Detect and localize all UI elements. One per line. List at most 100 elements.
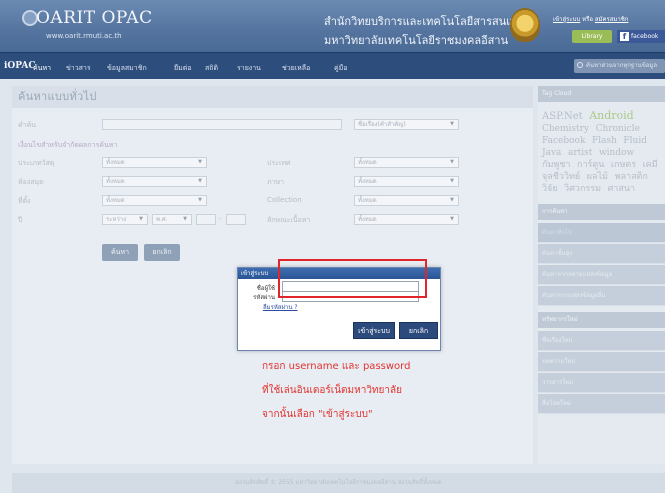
chevron-down-icon: ▼	[450, 159, 454, 165]
facebook-button[interactable]: f facebook	[617, 30, 665, 43]
forgot-password-link[interactable]: ลืมรหัสผ่าน ?	[263, 302, 298, 312]
chevron-down-icon: ▼	[198, 159, 202, 165]
collection-value: ทั้งหมด	[358, 197, 377, 204]
tagcloud-title: Tag Cloud	[538, 86, 665, 102]
tag[interactable]: การ์ตูน	[577, 159, 604, 171]
nav-item-report[interactable]: รายงาน	[237, 63, 261, 74]
sidebar: Tag Cloud ASP.Net Android Chemistry Chro…	[538, 86, 665, 464]
language-label: ภาษา	[267, 178, 285, 186]
search-panel-title: ค้นหาแบบทั่วไป	[12, 86, 533, 108]
year-era-select[interactable]: พ.ศ. ▼	[152, 214, 192, 225]
year-range-value: ระหว่าง	[106, 216, 127, 223]
country-select[interactable]: ทั้งหมด ▼	[354, 157, 459, 168]
tag[interactable]: เคมี	[643, 159, 658, 171]
sidebar-item-general-search[interactable]: ค้นหาทั่วไป	[538, 223, 665, 243]
footer: สงวนลิขสิทธิ์ © 2555 มหาวิทยาลัยเทคโนโลย…	[12, 473, 665, 493]
tag[interactable]: ศาสนา	[608, 183, 635, 195]
location-label: ที่ตั้ง	[18, 197, 31, 205]
quick-search-placeholder: ค้นหาด่วนจากทุกฐานข้อมูล	[586, 62, 658, 69]
media-label: ลักษณะเนื้อหา	[267, 216, 311, 224]
keyword-input[interactable]	[102, 119, 342, 130]
library-value: ทั้งหมด	[106, 178, 125, 185]
sidebar-item-new-titles[interactable]: ชื่อเรื่องใหม่	[538, 331, 665, 351]
nav-item-manual[interactable]: คู่มือ	[334, 63, 348, 74]
site-url: www.oarit.rmuti.ac.th	[46, 32, 122, 40]
tag[interactable]: กัมพูชา	[542, 159, 570, 171]
tag[interactable]: จุลชีววิทย์	[542, 171, 580, 183]
sidebar-item-multi-source[interactable]: ค้นหาจากหลายแหล่งข้อมูล	[538, 265, 665, 285]
nav-item-stats[interactable]: สถิติ	[205, 63, 218, 74]
library-select[interactable]: ทั้งหมด ▼	[102, 176, 207, 187]
collection-select[interactable]: ทั้งหมด ▼	[354, 195, 459, 206]
location-value: ทั้งหมด	[106, 197, 125, 204]
sidebar-item-new-articles[interactable]: บทความใหม่	[538, 352, 665, 372]
sidebar-item-other-source[interactable]: ค้นหาจากแหล่งข้อมูลอื่น	[538, 286, 665, 306]
material-select[interactable]: ทั้งหมด ▼	[102, 157, 207, 168]
instruction-line-3: จากนั้นเลือก "เข้าสู่ระบบ"	[262, 409, 373, 420]
tag[interactable]: เกษตร	[611, 159, 636, 171]
tag[interactable]: Android	[589, 110, 634, 122]
language-select[interactable]: ทั้งหมด ▼	[354, 176, 459, 187]
institution-line-1: สำนักวิทยบริการและเทคโนโลยีสารสนเทศ	[324, 15, 525, 28]
tag[interactable]: ASP.Net	[542, 111, 583, 123]
material-label: ประเภทวัสดุ	[18, 159, 55, 167]
location-select[interactable]: ทั้งหมด ▼	[102, 195, 207, 206]
tag[interactable]: Flash	[592, 135, 617, 147]
tag[interactable]: Facebook	[542, 135, 585, 147]
sidebar-item-advanced-search[interactable]: ค้นหาขั้นสูง	[538, 244, 665, 264]
header: OARIT OPAC www.oarit.rmuti.ac.th สำนักวิ…	[0, 0, 665, 52]
university-seal-icon	[510, 8, 540, 42]
top-register-link[interactable]: สมัครสมาชิก	[595, 16, 629, 23]
cancel-button[interactable]: ยกเลิก	[399, 322, 438, 339]
material-value: ทั้งหมด	[106, 159, 125, 166]
year-range-select[interactable]: ระหว่าง ▼	[102, 214, 148, 225]
page: OARIT OPAC www.oarit.rmuti.ac.th สำนักวิ…	[0, 0, 665, 493]
nav-item-member[interactable]: ข้อมูลสมาชิก	[107, 63, 147, 74]
top-login-link[interactable]: เข้าสู่ระบบ	[553, 16, 580, 23]
search-icon	[577, 62, 583, 68]
tag[interactable]: ผลไม้	[587, 171, 608, 183]
chevron-down-icon: ▼	[183, 216, 187, 222]
tag[interactable]: พลาสติก	[615, 171, 648, 183]
year-to-input[interactable]	[226, 214, 246, 225]
tag[interactable]: artist	[568, 147, 592, 159]
nav-item-renew[interactable]: ยืมต่อ	[174, 63, 191, 74]
options-link[interactable]: เงื่อนไขสำหรับจำกัดผลการค้นหา	[18, 140, 117, 151]
tag[interactable]: Fluid	[623, 135, 647, 147]
site-logo[interactable]: OARIT OPAC	[36, 8, 153, 28]
media-value: ทั้งหมด	[358, 216, 377, 223]
sidebar-item-new-media[interactable]: สื่อโสตใหม่	[538, 394, 665, 414]
nav-item-news[interactable]: ข่าวสาร	[66, 63, 91, 74]
media-select[interactable]: ทั้งหมด ▼	[354, 214, 459, 225]
instruction-line-1: กรอก username และ password	[262, 361, 411, 372]
year-dash: -	[219, 215, 222, 223]
new-resources-title: ทรัพยากรใหม่	[538, 312, 665, 328]
chevron-down-icon: ▼	[450, 197, 454, 203]
search-button[interactable]: ค้นหา	[102, 244, 138, 261]
sidebar-item-new-journals[interactable]: วารสารใหม่	[538, 373, 665, 393]
tag[interactable]: วิจัย	[542, 183, 558, 195]
nav-item-help[interactable]: ช่วยเหลือ	[282, 63, 310, 74]
tag[interactable]: window	[599, 147, 634, 159]
chevron-down-icon: ▼	[450, 178, 454, 184]
tag[interactable]: Chronicle	[596, 123, 640, 135]
highlight-box	[278, 259, 427, 298]
nav-item-search[interactable]: ค้นหา	[33, 63, 51, 74]
keyword-type-select[interactable]: ชื่อเรื่อง(คำสำคัญ) ▼	[354, 119, 459, 130]
year-from-input[interactable]	[196, 214, 216, 225]
collection-label: Collection	[267, 196, 302, 204]
reset-button[interactable]: ยกเลิก	[144, 244, 180, 261]
chevron-down-icon: ▼	[450, 216, 454, 222]
tag[interactable]: Chemistry	[542, 123, 589, 135]
chevron-down-icon: ▼	[139, 216, 143, 222]
instruction-text: กรอก username และ password ที่ใช้เล่นอิน…	[262, 355, 410, 427]
institution-name: สำนักวิทยบริการและเทคโนโลยีสารสนเทศ มหาว…	[324, 12, 524, 50]
tag[interactable]: วิศวกรรม	[564, 183, 601, 195]
nav-brand[interactable]: iOPAC	[4, 61, 36, 71]
quick-search-input[interactable]: ค้นหาด่วนจากทุกฐานข้อมูล	[574, 59, 665, 73]
login-button[interactable]: เข้าสู่ระบบ	[353, 322, 395, 339]
library-button[interactable]: Library	[572, 30, 612, 43]
language-value: ทั้งหมด	[358, 178, 377, 185]
tag[interactable]: Java	[542, 147, 561, 159]
year-era-value: พ.ศ.	[156, 216, 168, 223]
